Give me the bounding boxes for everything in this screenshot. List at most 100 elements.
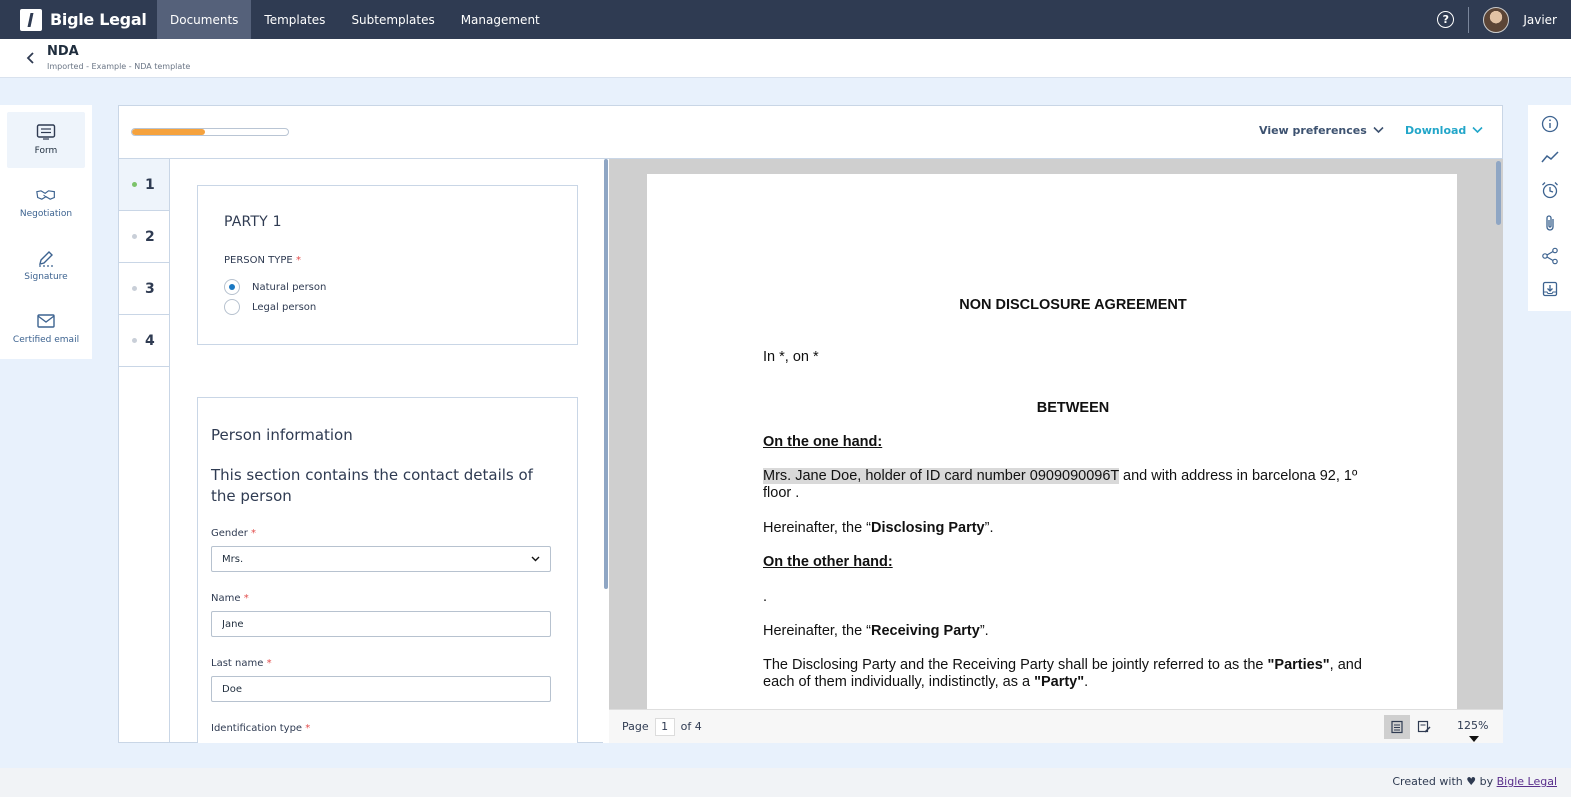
edit-view-button[interactable]	[1411, 715, 1437, 739]
radio-natural-person[interactable]: Natural person	[224, 279, 326, 295]
pen-icon	[36, 250, 56, 267]
download-tray-icon[interactable]	[1541, 280, 1559, 298]
toolbar: View preferences Download	[119, 106, 1502, 159]
handshake-icon	[36, 187, 56, 203]
heart-icon: ♥	[1466, 775, 1477, 788]
top-right-area: ? Javier	[1437, 0, 1557, 39]
last-name-input[interactable]	[211, 676, 551, 702]
edit-view-icon	[1417, 720, 1431, 733]
name-input[interactable]	[211, 611, 551, 637]
gender-value: Mrs.	[222, 553, 244, 565]
nav-templates[interactable]: Templates	[251, 0, 338, 39]
id-type-label: Identification type *	[211, 723, 310, 734]
download-button[interactable]: Download	[1405, 124, 1483, 137]
step-status-dot	[132, 286, 137, 291]
document-header: NDA Imported - Example - NDA template	[0, 39, 1571, 78]
rail-negotiation-label: Negotiation	[19, 209, 73, 219]
doc-party2: .	[763, 589, 768, 605]
zoom-level[interactable]: 125%	[1457, 719, 1488, 732]
divider	[1468, 6, 1470, 33]
form-icon	[36, 124, 56, 140]
rail-signature[interactable]: Signature	[7, 238, 85, 294]
progress-bar	[131, 128, 289, 136]
envelope-icon	[36, 313, 56, 329]
view-preferences-button[interactable]: View preferences	[1259, 124, 1384, 137]
rail-certified-email[interactable]: Certified email	[7, 301, 85, 357]
alarm-icon[interactable]	[1541, 181, 1559, 199]
step-status-dot	[132, 182, 137, 187]
gender-label: Gender *	[211, 528, 256, 539]
paperclip-icon[interactable]	[1541, 214, 1559, 232]
id-type-label-text: Identification type	[211, 723, 303, 734]
doc-bold-term: "Parties"	[1267, 657, 1330, 673]
left-rail: Form Negotiation Signature Certified ema…	[0, 105, 92, 359]
main-panel: View preferences Download 1 2 3 4 PARTY …	[118, 105, 1503, 743]
zoom-caret-icon[interactable]	[1469, 736, 1479, 742]
share-icon[interactable]	[1541, 247, 1559, 265]
single-page-view-button[interactable]	[1384, 715, 1410, 739]
step-status-dot	[132, 338, 137, 343]
step-status-dot	[132, 234, 137, 239]
required-marker: *	[295, 255, 301, 266]
footer-credit: Created with ♥ by Bigle Legal	[1392, 775, 1557, 788]
doc-hereinafter-receiving: Hereinafter, the “Receiving Party”.	[763, 623, 1383, 640]
document-page: NON DISCLOSURE AGREEMENT In *, on * BETW…	[647, 174, 1457, 734]
nav-subtemplates[interactable]: Subtemplates	[338, 0, 447, 39]
step-2[interactable]: 2	[119, 211, 169, 263]
nav-documents[interactable]: Documents	[157, 0, 252, 39]
required-marker: *	[305, 723, 311, 734]
step-number: 3	[145, 280, 155, 297]
viewer-scrollbar[interactable]	[1496, 161, 1501, 225]
name-label: Name *	[211, 593, 249, 604]
trend-icon[interactable]	[1540, 148, 1559, 166]
brand-logo[interactable]: Bigle Legal	[0, 0, 157, 39]
avatar[interactable]	[1483, 6, 1510, 33]
step-3[interactable]: 3	[119, 263, 169, 315]
section-description: This section contains the contact detail…	[211, 466, 533, 505]
rail-form-label: Form	[34, 146, 58, 156]
radio-button-checked[interactable]	[224, 279, 240, 295]
step-number: 1	[145, 176, 155, 193]
doc-text: .	[1084, 674, 1089, 690]
main-nav: Documents Templates Subtemplates Managem…	[157, 0, 553, 39]
view-preferences-label: View preferences	[1259, 124, 1367, 137]
step-list: 1 2 3 4	[119, 159, 170, 743]
top-navbar: Bigle Legal Documents Templates Subtempl…	[0, 0, 1571, 39]
footer-link[interactable]: Bigle Legal	[1497, 775, 1557, 788]
rail-form[interactable]: Form	[7, 112, 85, 168]
chevron-down-icon	[1472, 124, 1483, 137]
doc-other-hand-text: On the other hand:	[763, 554, 893, 570]
party-title: PARTY 1	[224, 214, 282, 230]
doc-parties-paragraph: The Disclosing Party and the Receiving P…	[763, 657, 1383, 691]
section-title: Person information	[211, 426, 353, 444]
step-4[interactable]: 4	[119, 315, 169, 367]
radio-legal-person[interactable]: Legal person	[224, 299, 316, 315]
last-name-label: Last name *	[211, 658, 272, 669]
back-arrow-icon[interactable]	[24, 51, 38, 65]
gender-select[interactable]: Mrs.	[211, 546, 551, 572]
step-1[interactable]: 1	[119, 159, 169, 211]
document-viewer: NON DISCLOSURE AGREEMENT In *, on * BETW…	[609, 159, 1503, 743]
progress-fill	[132, 129, 206, 135]
doc-other-hand: On the other hand:	[763, 554, 1383, 571]
rail-negotiation[interactable]: Negotiation	[7, 175, 85, 231]
doc-text: Hereinafter, the “	[763, 623, 871, 639]
doc-bold-term: "Party"	[1034, 674, 1085, 690]
viewer-footer: Page 1 of 4 125%	[609, 709, 1503, 743]
rail-signature-label: Signature	[24, 272, 68, 282]
page-total: of 4	[680, 720, 702, 733]
required-marker: *	[243, 593, 249, 604]
info-icon[interactable]	[1541, 115, 1559, 133]
required-marker: *	[266, 658, 272, 669]
radio-button[interactable]	[224, 299, 240, 315]
page-number-input[interactable]: 1	[654, 717, 675, 736]
nav-management[interactable]: Management	[448, 0, 553, 39]
step-number: 4	[145, 332, 155, 349]
chevron-down-icon	[1373, 124, 1384, 137]
doc-party1-highlight[interactable]: Mrs. Jane Doe, holder of ID card number …	[763, 468, 1119, 484]
page-view-icon	[1391, 720, 1403, 734]
form-scrollbar[interactable]	[604, 159, 608, 589]
help-icon[interactable]: ?	[1437, 11, 1455, 28]
doc-between: BETWEEN	[1036, 400, 1110, 416]
user-name[interactable]: Javier	[1523, 13, 1557, 27]
